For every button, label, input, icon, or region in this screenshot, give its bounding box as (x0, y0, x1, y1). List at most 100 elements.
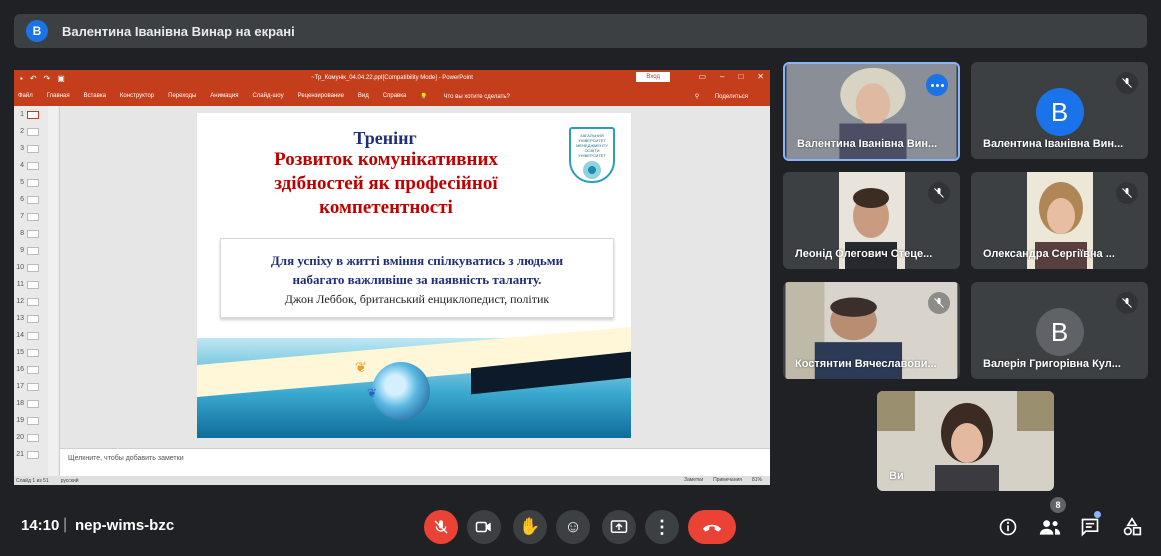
mic-toggle-button[interactable] (424, 510, 458, 544)
slide-number: 14 (16, 332, 24, 339)
logo-text: ЗАГАЛЬНИЙ УНІВЕРСИТЕТ МЕНЕДЖМЕНТУ ОСВІТИ (576, 133, 608, 153)
share-button[interactable]: ⚲ Поделиться (695, 93, 762, 100)
notes-pane[interactable]: Щелкните, чтобы добавить заметки (60, 448, 770, 476)
globe-image (372, 362, 430, 420)
tab-home[interactable]: Главная (47, 93, 70, 99)
slide-number: 20 (16, 434, 24, 441)
participant-tile[interactable]: B Валерія Григорівна Кул... (971, 282, 1148, 379)
mic-off-icon (1116, 72, 1138, 94)
status-right: Заметки Примечания 81% (684, 477, 762, 483)
slide-thumbnail-image (27, 280, 39, 289)
participant-name: Ви (889, 470, 904, 482)
participant-name: Валентина Іванівна Вин... (797, 138, 938, 150)
subtitle-line-2: здібностей як професійної (274, 173, 498, 194)
more-options-button[interactable]: ⋮ (645, 510, 679, 544)
slide-number: 9 (20, 247, 24, 254)
tab-design[interactable]: Конструктор (120, 93, 154, 99)
slide-counter: Слайд 1 из 51 (16, 477, 49, 484)
slide-thumbnail-image (27, 246, 39, 255)
notes-toggle[interactable]: Заметки (684, 477, 703, 483)
logo-name: УНІВЕРСИТЕТ (578, 153, 606, 158)
person-icon: ⚲ (694, 93, 700, 100)
current-slide[interactable]: Тренінг Розвиток комунікативних здібност… (197, 113, 631, 438)
separator: | (63, 516, 68, 533)
slide-number: 3 (20, 145, 24, 152)
raise-hand-button[interactable]: ✋ (513, 510, 547, 544)
quote-scroll: Для успіху в житті вміння спілкуватись з… (220, 238, 614, 318)
slide-number: 4 (20, 162, 24, 169)
info-icon (999, 518, 1017, 536)
ppt-status-bar: Слайд 1 из 51 русский Заметки Примечания… (14, 476, 770, 485)
clock: 14:10 (21, 517, 60, 534)
slide-thumbnail-image (27, 161, 39, 170)
participant-tile-presenter[interactable]: Валентина Іванівна Вин... (783, 62, 960, 161)
present-screen-button[interactable] (602, 510, 636, 544)
tab-help[interactable]: Справка (383, 93, 407, 99)
video-camera-icon (475, 521, 491, 533)
presentation-banner: B Валентина Іванівна Винар на екрані (14, 14, 1147, 48)
slide-thumbnail-image (27, 331, 39, 340)
ribbon-options-icon[interactable]: ▭ (698, 72, 706, 81)
participant-count-badge: 8 (1050, 497, 1066, 513)
more-vert-icon: ⋮ (653, 516, 671, 537)
tab-insert[interactable]: Вставка (84, 93, 106, 99)
thumbnails-scrollbar[interactable] (48, 106, 58, 476)
meeting-details-button[interactable] (993, 512, 1023, 542)
participant-name: Валентина Іванівна Вин... (983, 138, 1124, 150)
participant-avatar: B (1035, 88, 1084, 136)
mic-off-icon (928, 292, 950, 314)
people-icon (1039, 520, 1061, 535)
participant-tile[interactable]: Леонід Олегович Стеце... (783, 172, 960, 269)
subtitle-line-1: Розвиток комунікативних (274, 149, 498, 170)
language-indicator[interactable]: русский (61, 478, 79, 484)
reactions-button[interactable]: ☺ (556, 510, 590, 544)
people-button[interactable] (1035, 512, 1065, 542)
tab-file[interactable]: Файл (18, 93, 33, 99)
comments-toggle[interactable]: Примечания (713, 477, 742, 483)
tell-me-search[interactable]: 💡 Что вы хотите сделать? (420, 93, 523, 100)
quote-line-2: набагато важливіше за наявність таланту. (292, 272, 542, 287)
maximize-icon[interactable]: □ (738, 72, 743, 81)
mic-off-icon (928, 182, 950, 204)
ppt-login-button[interactable]: Вход (636, 72, 670, 82)
slide-thumbnail-image (27, 348, 39, 357)
shared-screen[interactable]: ▪ ↶ ↷ ▣ ~Тр_Комунік_04.04.22.ppt[Compati… (14, 70, 770, 485)
slide-editor-area[interactable]: Тренінг Розвиток комунікативних здібност… (60, 106, 770, 446)
minimize-icon[interactable]: – (720, 72, 724, 81)
present-screen-icon (610, 520, 628, 533)
mic-off-icon (1116, 292, 1138, 314)
tell-me-label: Что вы хотите сделать? (443, 93, 510, 100)
tab-review[interactable]: Рецензирование (298, 93, 344, 99)
participant-tile[interactable]: B Валентина Іванівна Вин... (971, 62, 1148, 159)
butterfly-icon: ❦ (367, 386, 378, 400)
university-logo: ЗАГАЛЬНИЙ УНІВЕРСИТЕТ МЕНЕДЖМЕНТУ ОСВІТИ… (569, 127, 615, 183)
slide-thumbnail-image (27, 314, 39, 323)
quote-line-1: Для успіху в житті вміння спілкуватись з… (270, 253, 564, 268)
camera-toggle-button[interactable] (467, 510, 501, 544)
slide-number: 10 (16, 264, 24, 271)
lightbulb-icon: 💡 (420, 93, 428, 100)
activities-button[interactable] (1117, 512, 1147, 542)
participant-tile[interactable]: Олександра Сергіївна ... (971, 172, 1148, 269)
chat-icon (1081, 518, 1099, 537)
tab-transitions[interactable]: Переходы (168, 93, 196, 99)
close-icon[interactable]: ✕ (757, 72, 764, 81)
tab-view[interactable]: Вид (358, 93, 369, 99)
slide-thumbnail-image (27, 416, 39, 425)
hand-icon: ✋ (519, 517, 541, 536)
tree-icon (583, 161, 601, 179)
tab-slideshow[interactable]: Слайд-шоу (252, 93, 283, 99)
slide-thumbnail-image (27, 433, 39, 442)
participant-tile-self[interactable]: Ви (877, 391, 1054, 491)
leave-call-button[interactable] (688, 510, 736, 544)
zoom-level[interactable]: 81% (752, 477, 762, 483)
participant-tile[interactable]: Костянтин Вячеславови... (783, 282, 960, 379)
hang-up-icon (702, 524, 722, 532)
activities-shapes-icon (1123, 517, 1142, 536)
chat-button[interactable] (1075, 512, 1105, 542)
slide-title: Тренінг (353, 128, 417, 148)
tab-animations[interactable]: Анимация (210, 93, 238, 99)
slide-number: 15 (16, 349, 24, 356)
slide-number: 8 (20, 230, 24, 237)
slide-thumbnail-image (27, 229, 39, 238)
